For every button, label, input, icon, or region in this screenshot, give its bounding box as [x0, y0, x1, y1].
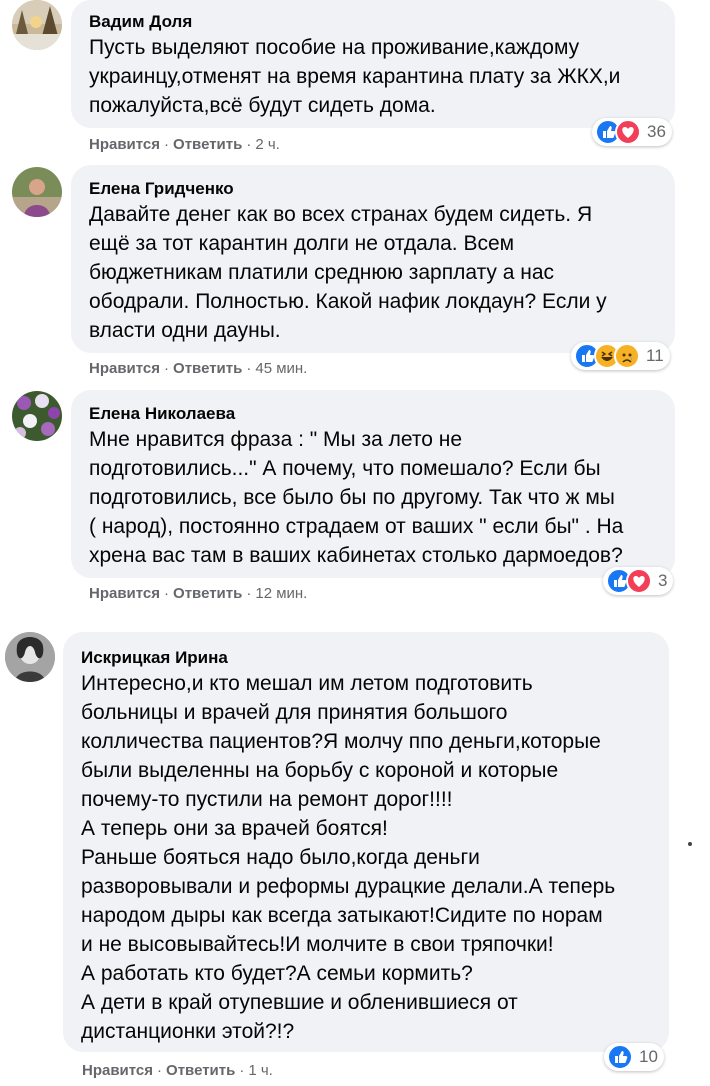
comment-bubble: Искрицкая Ирина Интересно,и кто мешал им… — [63, 632, 669, 1052]
comment-actions: Нравится · Ответить · 45 мин. — [89, 360, 308, 377]
comment-bubble: Елена Николаева Мне нравится фраза : " М… — [71, 390, 675, 578]
reactions-summary[interactable]: 10 — [604, 1043, 664, 1071]
reaction-count: 11 — [646, 346, 664, 365]
avatar-person-photo — [12, 167, 62, 217]
comment-actions: Нравится · Ответить · 12 мин. — [89, 585, 308, 602]
comment-author[interactable]: Вадим Доля — [89, 12, 192, 32]
reactions-summary[interactable]: 3 — [603, 567, 674, 595]
stray-dot — [688, 842, 692, 846]
reply-button[interactable]: Ответить — [173, 136, 242, 153]
love-icon — [626, 568, 652, 594]
reply-button[interactable]: Ответить — [173, 585, 242, 602]
comment-time[interactable]: 1 ч. — [248, 1062, 273, 1079]
reaction-count: 36 — [647, 122, 666, 141]
reactions-summary[interactable]: 11 — [571, 342, 670, 370]
comment-bubble: Елена Гридченко Давайте денег как во все… — [71, 165, 675, 353]
comment-actions: Нравится · Ответить · 2 ч. — [89, 136, 280, 153]
reaction-count: 10 — [639, 1047, 658, 1066]
comment-time[interactable]: 12 мин. — [255, 585, 307, 602]
comment-author[interactable]: Елена Николаева — [89, 404, 235, 424]
like-button[interactable]: Нравится — [82, 1062, 153, 1079]
like-icon — [607, 1044, 633, 1070]
reply-button[interactable]: Ответить — [173, 360, 242, 377]
comment-text: Мне нравится фраза : " Мы за лето не под… — [89, 428, 624, 567]
avatar[interactable] — [12, 167, 62, 217]
avatar-winter-landscape-image — [12, 0, 62, 50]
comment-text: Давайте денег как во всех странах будем … — [89, 203, 607, 342]
comment-bubble: Вадим Доля Пусть выделяют пособие на про… — [71, 0, 675, 128]
comment-actions: Нравится · Ответить · 1 ч. — [82, 1062, 273, 1079]
avatar[interactable] — [12, 0, 62, 50]
comment-time[interactable]: 2 ч. — [255, 136, 280, 153]
love-icon — [615, 119, 641, 145]
comment-text: Пусть выделяют пособие на проживание,каж… — [89, 36, 621, 117]
like-button[interactable]: Нравится — [89, 585, 160, 602]
avatar[interactable] — [5, 632, 55, 682]
reaction-count: 3 — [658, 571, 668, 590]
comment-author[interactable]: Елена Гридченко — [89, 179, 234, 199]
avatar[interactable] — [12, 391, 62, 441]
comment-text: Интересно,и кто мешал им летом подготови… — [81, 672, 616, 1043]
avatar-flowers-image — [12, 391, 62, 441]
like-button[interactable]: Нравится — [89, 136, 160, 153]
comment-author[interactable]: Искрицкая Ирина — [81, 648, 228, 668]
avatar-person-photo — [5, 632, 55, 682]
like-button[interactable]: Нравится — [89, 360, 160, 377]
reactions-summary[interactable]: 36 — [592, 118, 672, 146]
sad-icon — [614, 343, 640, 369]
comment-time[interactable]: 45 мин. — [255, 360, 307, 377]
reply-button[interactable]: Ответить — [166, 1062, 235, 1079]
